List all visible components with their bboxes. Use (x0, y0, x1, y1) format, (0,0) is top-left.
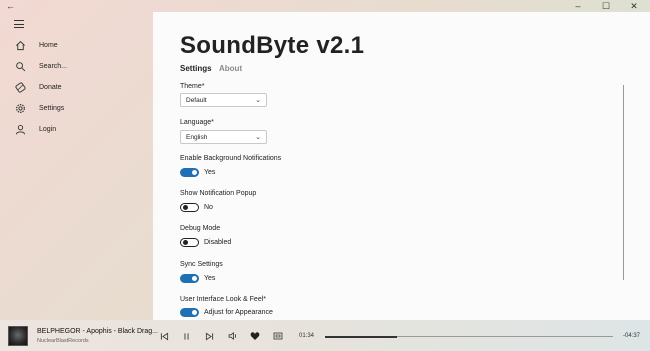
tab-settings[interactable]: Settings (180, 64, 212, 73)
previous-icon[interactable] (158, 330, 170, 342)
volume-icon[interactable] (227, 330, 239, 342)
sidebar: Home Search... Donate Settings Login (0, 12, 153, 320)
user-icon (14, 123, 26, 135)
scrollbar[interactable] (623, 85, 624, 280)
page-title: SoundByte v2.1 (180, 32, 365, 59)
hamburger-menu-icon[interactable] (14, 19, 24, 29)
sync-toggle[interactable] (180, 274, 199, 283)
player-bar: BELPHEGOR - Apophis - Black Drag... Nucl… (0, 320, 650, 351)
bg-notifications-toggle[interactable] (180, 168, 199, 177)
sidebar-item-label: Home (39, 41, 58, 49)
theme-select[interactable]: Default ⌄ (180, 93, 267, 107)
debug-state: Disabled (204, 239, 232, 246)
chevron-down-icon: ⌄ (255, 134, 261, 141)
heart-icon[interactable] (249, 330, 261, 342)
sidebar-item-label: Login (39, 125, 57, 133)
maximize-button[interactable]: ☐ (592, 0, 620, 12)
pause-icon[interactable] (180, 330, 192, 342)
next-icon[interactable] (203, 330, 215, 342)
elapsed-time: 01:34 (299, 333, 315, 339)
sync-label: Sync Settings (180, 261, 223, 268)
debug-toggle[interactable] (180, 238, 199, 247)
sidebar-item-donate[interactable]: Donate (0, 77, 153, 97)
debug-label: Debug Mode (180, 225, 221, 232)
popup-label: Show Notification Popup (180, 190, 257, 197)
track-artist[interactable]: NuclearBlastRecords (37, 338, 89, 344)
sidebar-item-label: Search... (39, 62, 68, 70)
sidebar-item-login[interactable]: Login (0, 119, 153, 139)
back-button[interactable]: ← (6, 1, 15, 11)
look-toggle[interactable] (180, 308, 199, 317)
language-value: English (186, 133, 208, 141)
sidebar-item-label: Settings (39, 104, 65, 112)
album-art[interactable] (8, 326, 28, 346)
sidebar-item-search[interactable]: Search... (0, 56, 153, 76)
sync-state: Yes (204, 275, 216, 282)
donate-icon (14, 81, 26, 93)
gear-icon (14, 102, 26, 114)
compact-overlay-icon[interactable] (272, 330, 284, 342)
chevron-down-icon: ⌄ (255, 97, 261, 104)
bg-notifications-state: Yes (204, 169, 216, 176)
tab-about[interactable]: About (219, 64, 242, 73)
close-button[interactable]: ✕ (620, 0, 648, 12)
popup-state: No (204, 204, 213, 211)
search-icon (14, 60, 26, 72)
title-bar: ← – ☐ ✕ (0, 0, 650, 12)
progress-fill (325, 335, 397, 338)
theme-label: Theme* (180, 83, 205, 90)
theme-value: Default (186, 96, 207, 104)
minimize-button[interactable]: – (564, 0, 592, 12)
settings-panel: SoundByte v2.1 Settings About Theme* Def… (153, 12, 650, 320)
progress-bar[interactable] (325, 335, 613, 338)
remaining-time: -04:37 (623, 333, 641, 339)
look-state: Adjust for Appearance (204, 309, 273, 316)
look-label: User Interface Look & Feel* (180, 296, 266, 303)
track-title[interactable]: BELPHEGOR - Apophis - Black Drag... (37, 328, 158, 335)
language-label: Language* (180, 119, 214, 126)
home-icon (14, 39, 26, 51)
language-select[interactable]: English ⌄ (180, 130, 267, 144)
sidebar-item-home[interactable]: Home (0, 35, 153, 55)
bg-notifications-label: Enable Background Notifications (180, 155, 282, 162)
sidebar-item-settings[interactable]: Settings (0, 98, 153, 118)
popup-toggle[interactable] (180, 203, 199, 212)
sidebar-item-label: Donate (39, 83, 62, 91)
